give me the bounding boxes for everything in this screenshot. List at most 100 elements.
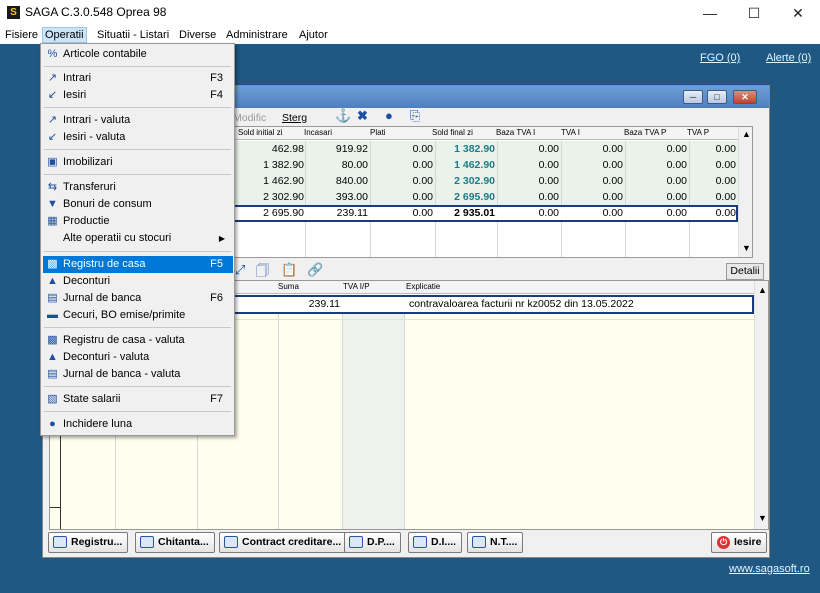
col-divider: [342, 295, 343, 529]
nt-button[interactable]: N.T....: [467, 532, 524, 553]
contract-creditare-label: Contract creditare...: [242, 536, 342, 548]
lock-icon: ●: [49, 418, 56, 430]
maximize-button[interactable]: ☐: [732, 0, 776, 26]
printer-icon: [53, 536, 67, 548]
cell-baza-tva-p: 0.00: [666, 143, 687, 155]
binoculars-icon[interactable]: ⚓: [335, 108, 351, 124]
menu-item-label: Articole contabile: [63, 48, 147, 60]
menu-item-cecuri[interactable]: ▬ Cecuri, BO emise/primite: [43, 307, 233, 324]
menu-item-imobilizari[interactable]: ▣ Imobilizari: [43, 154, 233, 171]
sort-icon[interactable]: ⤢: [235, 262, 245, 278]
menu-item-state-salarii[interactable]: ▧ State salarii F7: [43, 391, 233, 408]
menu-item-transferuri[interactable]: ⇆ Transferuri: [43, 179, 233, 196]
link-icon[interactable]: 🔗: [307, 262, 323, 278]
menu-administrare[interactable]: Administrare: [224, 28, 290, 44]
delete-button[interactable]: Sterg: [282, 112, 307, 124]
menu-item-deconturi-valuta[interactable]: ▲ Deconturi - valuta: [43, 349, 233, 366]
menu-shortcut: F7: [210, 393, 223, 405]
menu-ajutor[interactable]: Ajutor: [297, 28, 330, 44]
sagasoft-link[interactable]: www.sagasoft.ro: [729, 563, 810, 575]
fgo-link[interactable]: FGO (0): [700, 52, 740, 64]
menu-item-inchidere-luna[interactable]: ● Inchidere luna: [43, 416, 233, 433]
lower-grid-scrollbar[interactable]: ▲ ▼: [754, 281, 768, 529]
minimize-button[interactable]: —: [688, 0, 732, 26]
cell-baza-tva-p: 0.00: [666, 207, 687, 219]
cell-sold-final: 2 695.90: [454, 191, 495, 203]
close-button[interactable]: ✕: [776, 0, 820, 26]
header-sold-final: Sold final zi: [432, 128, 473, 137]
upper-grid-scrollbar[interactable]: ▲ ▼: [738, 127, 752, 257]
menu-item-label: Deconturi - valuta: [63, 351, 150, 363]
di-button[interactable]: D.I....: [408, 532, 463, 553]
menu-item-alte-operatii[interactable]: Alte operatii cu stocuri ▶: [43, 230, 233, 247]
cell-incasari: 393.00: [335, 191, 368, 203]
operatii-dropdown: % Articole contabile ↗ Intrari F3 ↙ Iesiri F4…: [40, 43, 235, 436]
cell-sold-initial: 2 695.90: [263, 207, 304, 219]
cell-incasari: 80.00: [341, 159, 368, 171]
inner-restore-button[interactable]: □: [707, 90, 727, 104]
modify-button[interactable]: Modific: [233, 112, 266, 124]
menu-item-registru-casa[interactable]: ▩ Registru de casa F5: [43, 256, 233, 273]
cell-incasari: 919.92: [335, 143, 368, 155]
menu-fisiere[interactable]: Fisiere: [3, 28, 40, 44]
menu-operatii[interactable]: Operatii: [42, 27, 87, 43]
detalii-button[interactable]: Detalii: [726, 263, 764, 280]
di-label: D.I....: [431, 536, 457, 548]
payroll-icon: ▧: [47, 393, 58, 405]
menu-situatii[interactable]: Situatii - Listari: [95, 28, 171, 44]
menu-item-iesiri-valuta[interactable]: ↙ Iesiri - valuta: [43, 129, 233, 146]
menu-separator: [44, 66, 231, 67]
menu-diverse[interactable]: Diverse: [177, 28, 218, 44]
inner-close-button[interactable]: ✕: [733, 90, 757, 104]
menu-item-label: Registru de casa - valuta: [63, 334, 185, 346]
header-tva-ip: TVA I/P: [343, 282, 370, 291]
chitanta-button[interactable]: Chitanta...: [135, 532, 215, 553]
excel-icon[interactable]: ✖: [357, 108, 368, 124]
col-divider: [278, 295, 279, 529]
menu-shortcut: F4: [210, 89, 223, 101]
cell-tva-p: 0.00: [715, 159, 736, 171]
alerte-link[interactable]: Alerte (0): [766, 52, 811, 64]
menu-item-deconturi[interactable]: ▲ Deconturi: [43, 273, 233, 290]
bank-currency-icon: ▤: [47, 368, 58, 380]
menu-item-label: Alte operatii cu stocuri: [63, 232, 172, 244]
inner-minimize-button[interactable]: ─: [683, 90, 703, 104]
registru-button[interactable]: Registru...: [48, 532, 129, 553]
menu-item-intrari[interactable]: ↗ Intrari F3: [43, 70, 233, 87]
menu-item-intrari-valuta[interactable]: ↗ Intrari - valuta: [43, 112, 233, 129]
coins-icon[interactable]: ●: [385, 108, 393, 123]
menu-item-label: Iesiri: [63, 89, 87, 101]
scroll-down-icon[interactable]: ▼: [758, 513, 767, 523]
header-baza-tva-i: Baza TVA I: [496, 128, 536, 137]
export-icon[interactable]: ⎘: [410, 108, 420, 124]
dp-button[interactable]: D.P....: [344, 532, 401, 553]
in-arrow-icon: ↗: [47, 72, 58, 84]
cell-sold-final: 2 302.90: [454, 175, 495, 187]
cell-tva-p: 0.00: [715, 191, 736, 203]
iesire-button[interactable]: ⏻ Iesire: [711, 532, 768, 553]
menu-item-registru-casa-valuta[interactable]: ▩ Registru de casa - valuta: [43, 332, 233, 349]
scroll-up-icon[interactable]: ▲: [742, 129, 751, 139]
menu-item-bonuri-consum[interactable]: ▼ Bonuri de consum: [43, 196, 233, 213]
menu-item-productie[interactable]: ▦ Productie: [43, 213, 233, 230]
header-explicatie: Explicatie: [406, 282, 441, 291]
window-title: SAGA C.3.0.548 Oprea 98: [25, 5, 167, 19]
scroll-up-icon[interactable]: ▲: [758, 285, 767, 295]
menu-item-jurnal-banca-valuta[interactable]: ▤ Jurnal de banca - valuta: [43, 366, 233, 383]
header-incasari: Incasari: [304, 128, 333, 137]
cell-baza-tva-p: 0.00: [666, 191, 687, 203]
menu-item-label: Jurnal de banca - valuta: [63, 368, 181, 380]
cell-sold-initial: 1 382.90: [263, 159, 304, 171]
cheque-icon: ▬: [47, 309, 58, 321]
cell-sold-initial: 2 302.90: [263, 191, 304, 203]
paste-icon[interactable]: 📋: [281, 262, 297, 278]
cell-sold-final: 2 935.01: [454, 207, 495, 219]
menu-item-jurnal-banca[interactable]: ▤ Jurnal de banca F6: [43, 290, 233, 307]
menu-item-articole-contabile[interactable]: % Articole contabile: [43, 46, 233, 63]
scroll-down-icon[interactable]: ▼: [742, 243, 751, 253]
contract-creditare-button[interactable]: Contract creditare...: [219, 532, 348, 553]
consumption-icon: ▼: [47, 198, 58, 210]
menu-item-iesiri[interactable]: ↙ Iesiri F4: [43, 87, 233, 104]
header-suma: Suma: [278, 282, 299, 291]
cell-suma: 239.11: [308, 298, 340, 310]
